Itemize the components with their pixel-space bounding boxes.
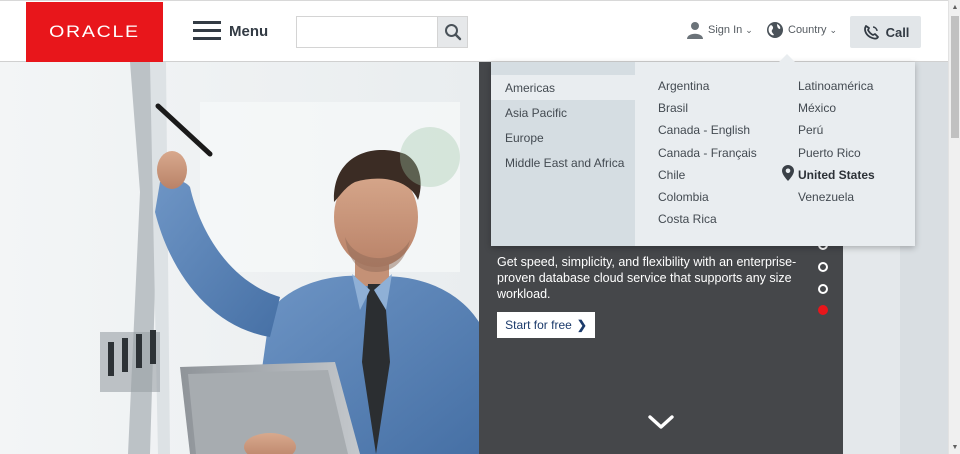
chevron-right-icon: ❯ bbox=[576, 318, 587, 332]
country-label: Country bbox=[788, 24, 827, 36]
oracle-logo[interactable]: ORACLE bbox=[26, 2, 163, 62]
region-middle-east-africa[interactable]: Middle East and Africa bbox=[491, 150, 635, 175]
chevron-down-icon bbox=[648, 415, 674, 429]
phone-icon bbox=[863, 25, 879, 40]
scroll-down-button[interactable] bbox=[648, 414, 674, 435]
search-button[interactable] bbox=[437, 17, 467, 47]
country-peru[interactable]: Perú bbox=[798, 123, 823, 137]
chevron-down-icon: ⌄ bbox=[745, 24, 753, 35]
cta-label: Start for free bbox=[505, 318, 572, 332]
call-button[interactable]: Call bbox=[850, 16, 921, 48]
country-united-states[interactable]: United States bbox=[798, 168, 875, 182]
map-pin-icon bbox=[782, 165, 794, 181]
menu-button[interactable]: Menu bbox=[193, 21, 268, 41]
country-puerto-rico[interactable]: Puerto Rico bbox=[798, 146, 861, 160]
start-for-free-button[interactable]: Start for free ❯ bbox=[497, 312, 595, 338]
search-input[interactable] bbox=[297, 17, 437, 47]
dropdown-caret bbox=[779, 54, 795, 62]
country-mexico[interactable]: México bbox=[798, 101, 836, 115]
sign-in-button[interactable]: Sign In ⌄ bbox=[686, 21, 753, 39]
country-brasil[interactable]: Brasil bbox=[658, 101, 688, 115]
page-scrollbar[interactable]: ▲ ▼ bbox=[948, 0, 960, 454]
country-argentina[interactable]: Argentina bbox=[658, 79, 709, 93]
globe-icon bbox=[767, 22, 783, 38]
hamburger-icon bbox=[193, 21, 221, 41]
hero-description: Get speed, simplicity, and flexibility w… bbox=[497, 255, 797, 301]
region-asia-pacific[interactable]: Asia Pacific bbox=[491, 100, 635, 125]
logo-text: ORACLE bbox=[49, 22, 140, 41]
chevron-down-icon: ⌄ bbox=[829, 24, 838, 35]
slide-dot-3[interactable] bbox=[818, 284, 828, 294]
site-header: ORACLE Menu Sign In ⌄ Country ⌄ Call bbox=[0, 0, 948, 62]
country-chile[interactable]: Chile bbox=[658, 168, 685, 182]
call-label: Call bbox=[885, 24, 910, 40]
user-icon bbox=[687, 22, 703, 39]
country-dropdown: Americas Asia Pacific Europe Middle East… bbox=[491, 54, 915, 246]
country-canada-francais[interactable]: Canada - Français bbox=[658, 146, 757, 160]
sign-in-label: Sign In bbox=[708, 24, 743, 36]
slide-dot-2[interactable] bbox=[818, 262, 828, 272]
region-americas[interactable]: Americas bbox=[491, 75, 635, 100]
search-box bbox=[296, 16, 468, 48]
scroll-up-arrow-icon[interactable]: ▲ bbox=[949, 0, 960, 14]
country-colombia[interactable]: Colombia bbox=[658, 190, 709, 204]
scrollbar-thumb[interactable] bbox=[951, 16, 959, 138]
search-icon bbox=[444, 24, 461, 41]
menu-label: Menu bbox=[229, 22, 269, 40]
country-canada-english[interactable]: Canada - English bbox=[658, 123, 750, 137]
country-venezuela[interactable]: Venezuela bbox=[798, 190, 854, 204]
country-costa-rica[interactable]: Costa Rica bbox=[658, 212, 717, 226]
country-latinoamerica[interactable]: Latinoamérica bbox=[798, 79, 873, 93]
region-europe[interactable]: Europe bbox=[491, 125, 635, 150]
region-list: Americas Asia Pacific Europe Middle East… bbox=[491, 62, 635, 246]
slide-dot-4[interactable] bbox=[818, 305, 828, 315]
country-button[interactable]: Country ⌄ bbox=[766, 21, 837, 39]
scroll-down-arrow-icon[interactable]: ▼ bbox=[949, 440, 960, 454]
